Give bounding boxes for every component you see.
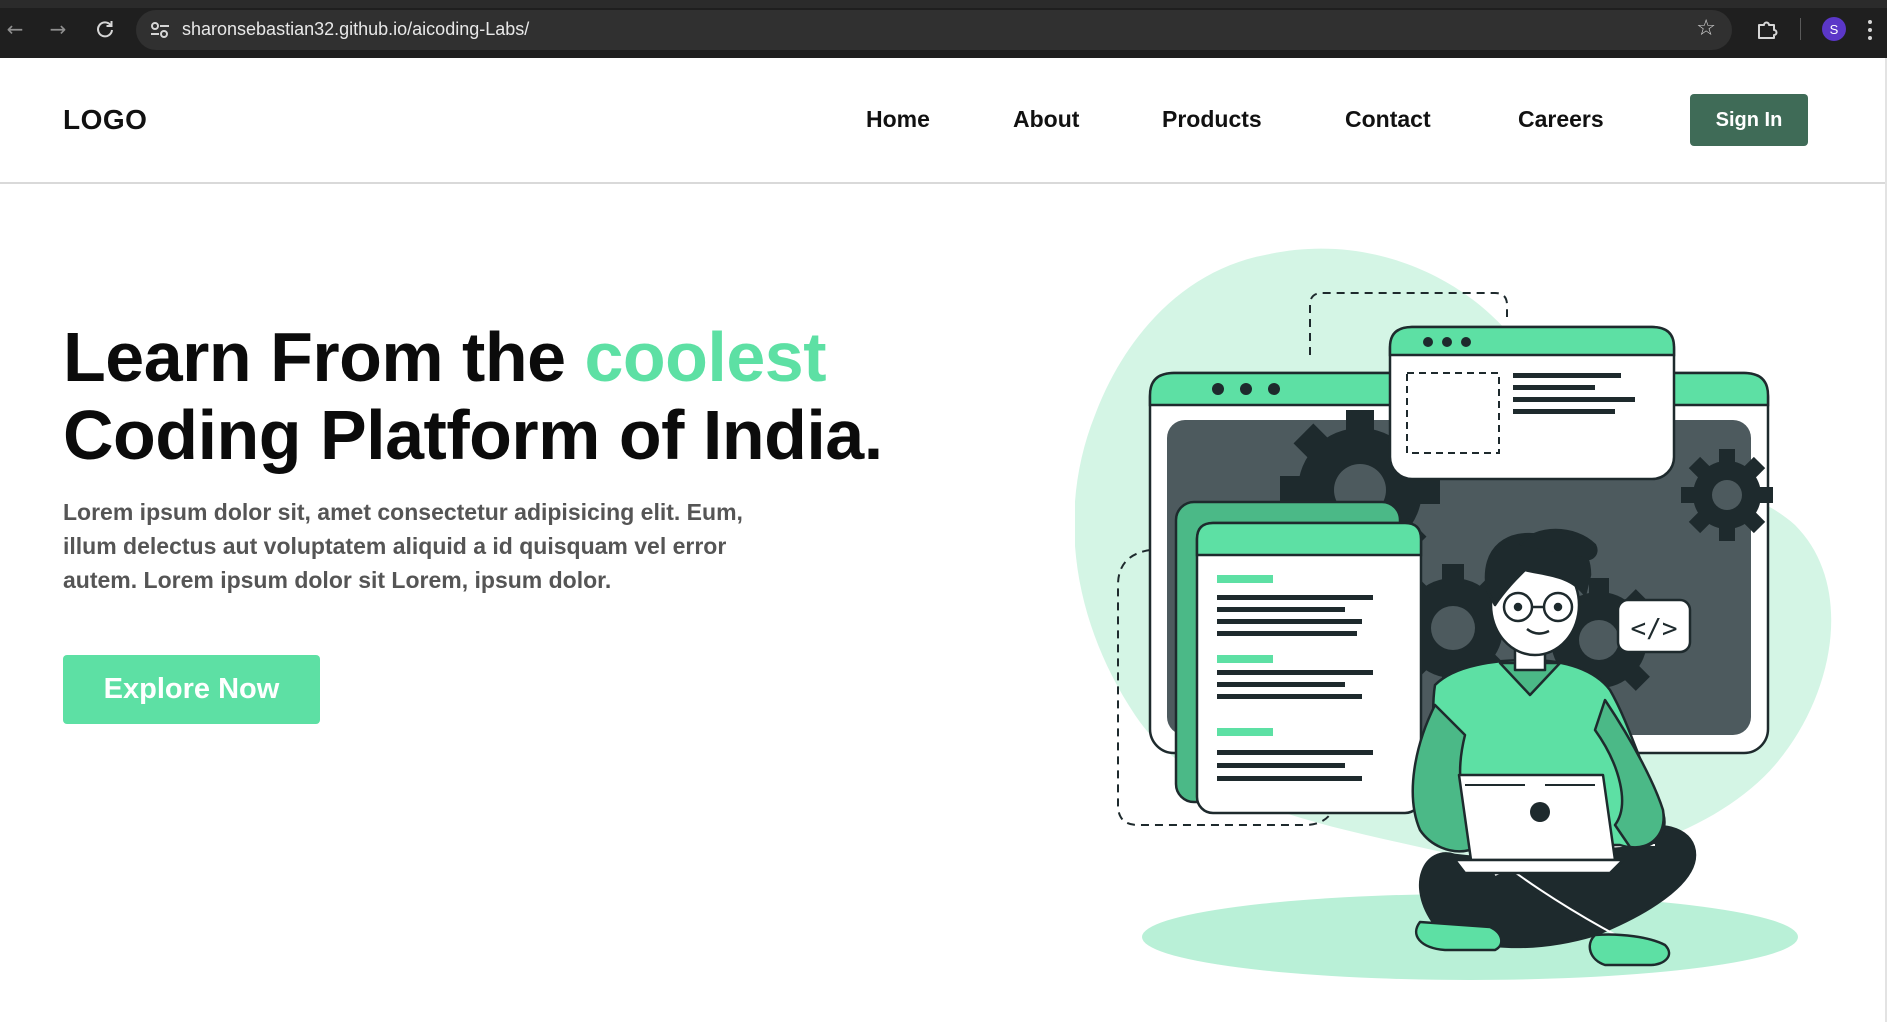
hero-title-start: Learn From the xyxy=(63,318,585,396)
nav-contact[interactable]: Contact xyxy=(1345,106,1431,133)
hero-description: Lorem ipsum dolor sit, amet consectetur … xyxy=(63,499,743,593)
code-tag-text: </> xyxy=(1631,614,1678,644)
nav-home[interactable]: Home xyxy=(866,106,930,133)
window-dot xyxy=(1240,383,1252,395)
address-bar[interactable]: sharonsebastian32.github.io/aicoding-Lab… xyxy=(136,10,1732,50)
site-header: LOGO Home About Products Contact Careers… xyxy=(0,58,1887,184)
nav-about[interactable]: About xyxy=(1013,106,1079,133)
site-logo[interactable]: LOGO xyxy=(63,104,147,136)
nav-careers[interactable]: Careers xyxy=(1518,106,1604,133)
url-text[interactable]: sharonsebastian32.github.io/aicoding-Lab… xyxy=(182,19,529,40)
window-dot xyxy=(1212,383,1224,395)
coder-illustration: </> xyxy=(1075,248,1832,980)
reload-icon[interactable] xyxy=(90,14,120,44)
arrow-right-icon[interactable]: → xyxy=(43,14,73,44)
tune-icon[interactable] xyxy=(148,18,172,42)
hero-title-accent: coolest xyxy=(584,318,827,396)
explore-now-button[interactable]: Explore Now xyxy=(63,655,320,724)
toolbar-divider xyxy=(1800,18,1801,40)
kebab-menu-icon[interactable] xyxy=(1866,18,1874,42)
hero-title-line2: Coding Platform of India. xyxy=(63,396,883,474)
code-document xyxy=(1195,521,1423,815)
tab-strip-edge xyxy=(0,0,1887,8)
browser-toolbar: ← → sharonsebastian32.github.io/aicoding… xyxy=(0,0,1887,58)
hero-title: Learn From the coolest Coding Platform of… xyxy=(63,318,883,474)
star-icon[interactable]: ☆ xyxy=(1696,16,1716,41)
profile-avatar[interactable]: S xyxy=(1822,17,1846,41)
puzzle-icon[interactable] xyxy=(1752,14,1782,44)
arrow-left-icon[interactable]: ← xyxy=(0,14,30,44)
window-dot xyxy=(1268,383,1280,395)
sign-in-button[interactable]: Sign In xyxy=(1690,94,1808,146)
nav-products[interactable]: Products xyxy=(1162,106,1262,133)
